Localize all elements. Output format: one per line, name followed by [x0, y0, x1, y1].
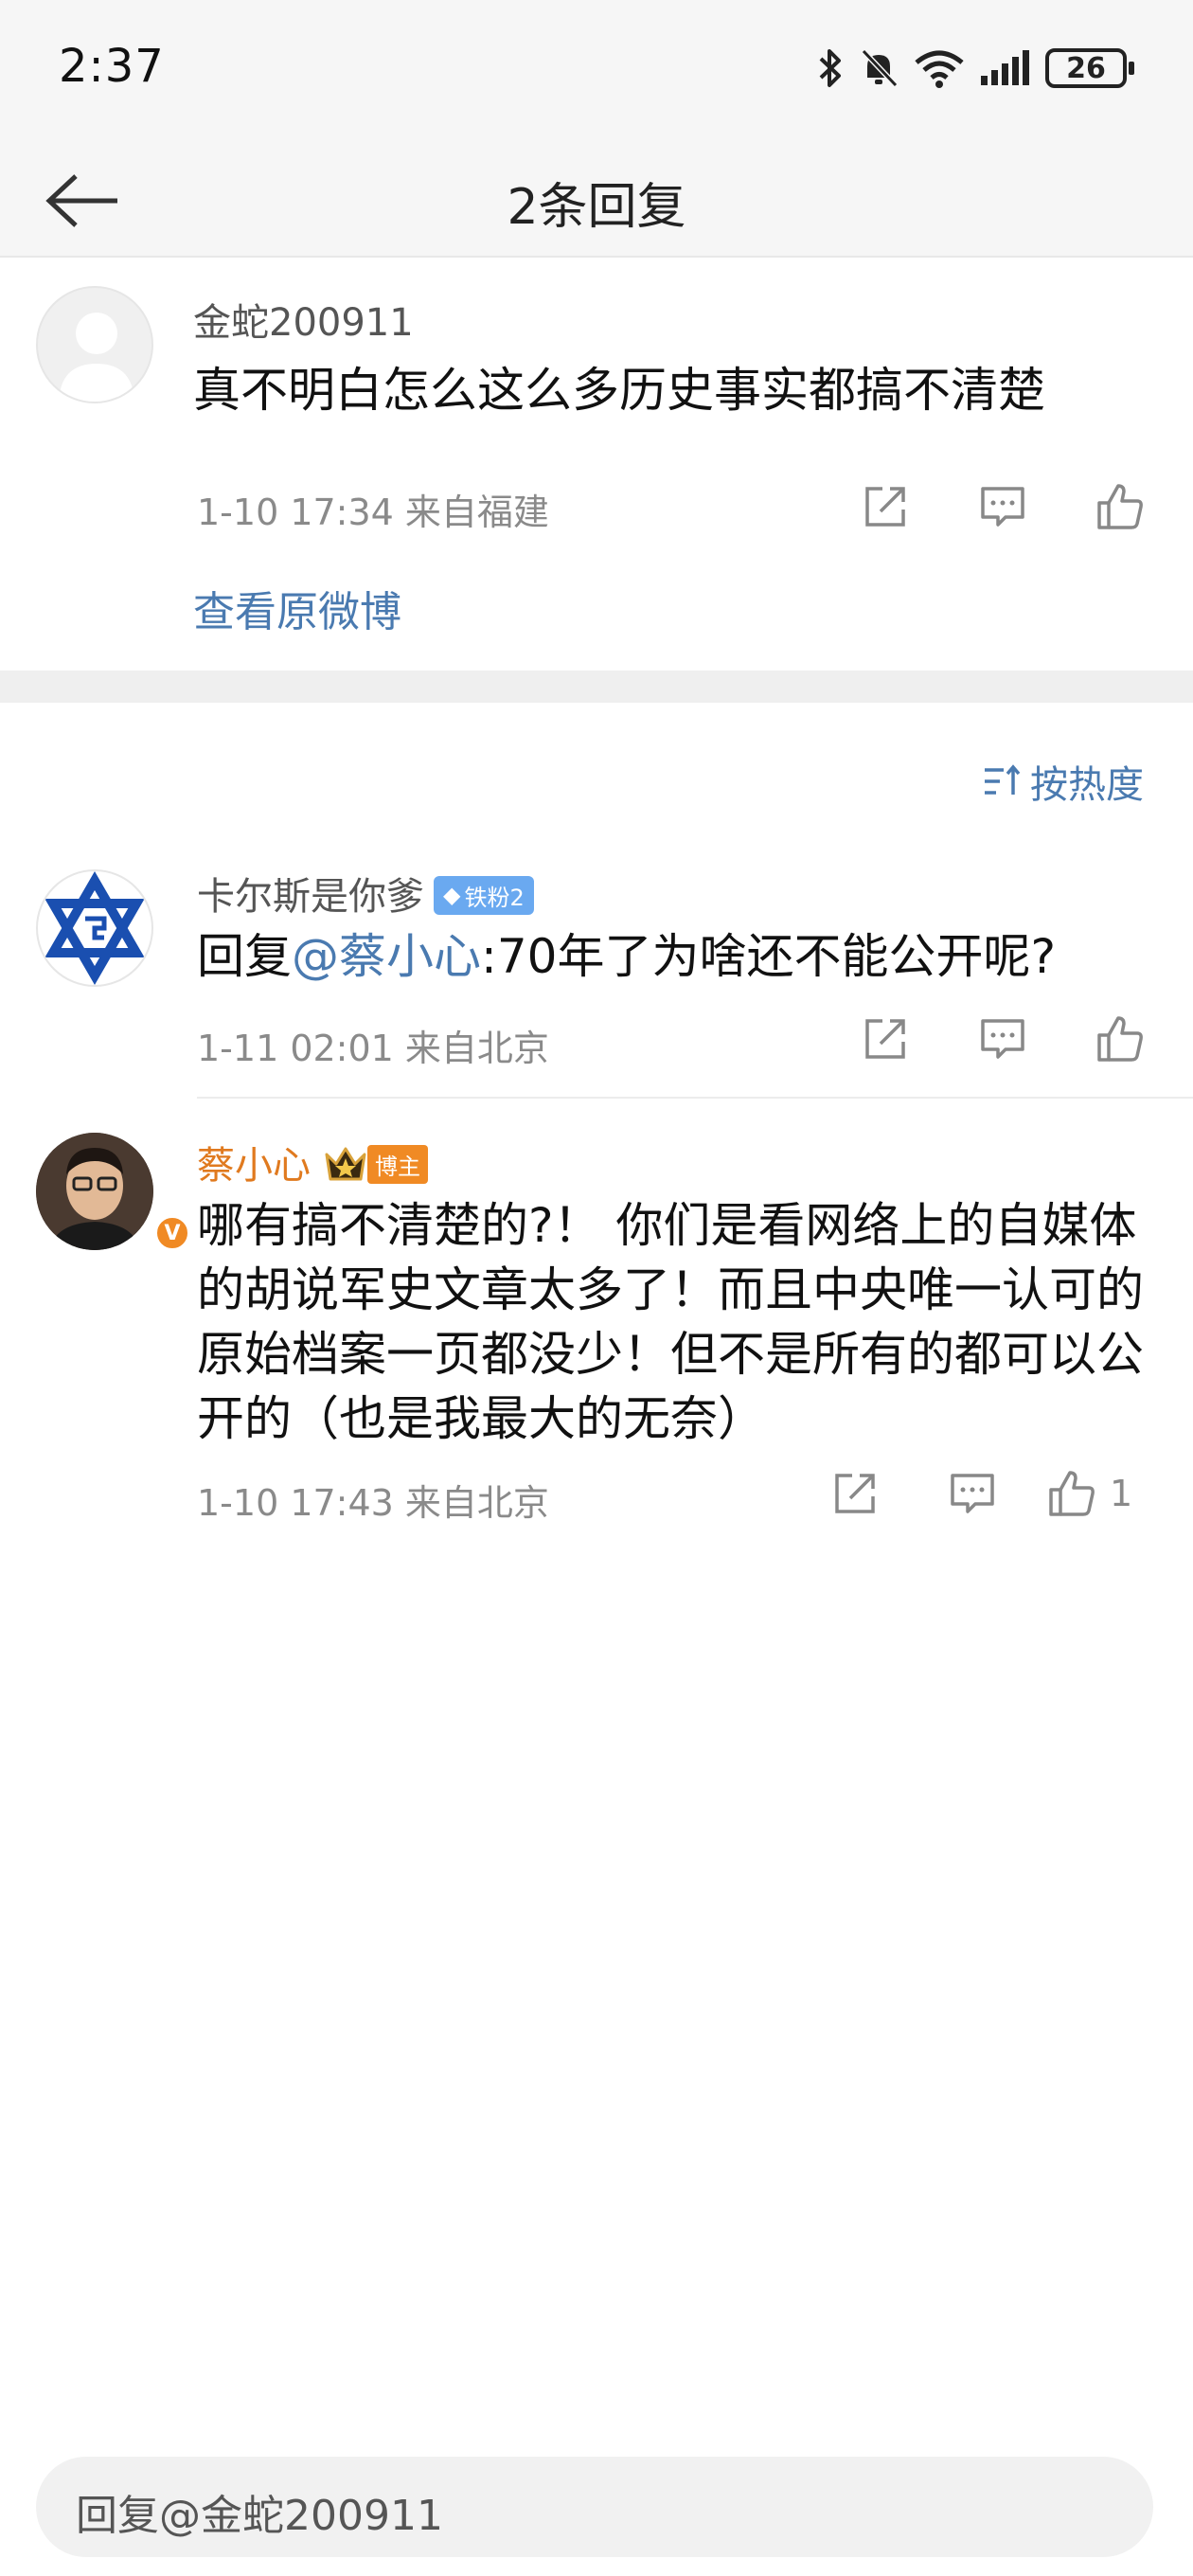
reply-body: :70年了为啥还不能公开呢?	[481, 929, 1057, 984]
status-icons: 26	[816, 42, 1134, 95]
crown-icon	[325, 1147, 366, 1181]
verified-badge: V	[153, 1214, 191, 1252]
reply-item: 卡尔斯是你爹 ◆ 铁粉2 回复@蔡小心:70年了为啥还不能公开呢? 1-11 02:…	[0, 852, 1193, 1095]
sort-icon	[985, 764, 1021, 795]
reply-username-row: 卡尔斯是你爹 ◆ 铁粉2	[197, 866, 534, 921]
status-bar: 2:37 26	[0, 0, 1193, 142]
like-button[interactable]: 1	[1047, 1451, 1165, 1536]
avatar[interactable]	[36, 286, 153, 403]
sort-button[interactable]: 按热度	[983, 754, 1144, 809]
username[interactable]: 蔡小心	[197, 1144, 311, 1188]
comment-button[interactable]	[960, 996, 1045, 1082]
like-button[interactable]	[1077, 464, 1163, 549]
comment-icon	[981, 1019, 1024, 1059]
badge-label: 铁粉2	[464, 884, 525, 911]
avatar[interactable]: V	[36, 1133, 191, 1252]
page-title: 2条回复	[507, 179, 686, 236]
comment-meta: 1-10 17:34 来自福建	[197, 492, 549, 533]
reply-input-placeholder: 回复@金蛇200911	[76, 2492, 443, 2540]
wifi-icon	[915, 50, 964, 88]
sort-label: 按热度	[1030, 763, 1144, 807]
signal-icon	[981, 50, 1029, 85]
bluetooth-icon	[819, 49, 841, 87]
like-count: 1	[1110, 1473, 1133, 1514]
share-icon	[865, 1019, 905, 1059]
status-time: 2:37	[59, 40, 165, 93]
comment-text: 真不明白怎么这么多历史事实都搞不清楚	[193, 363, 1045, 418]
reply-meta: 1-11 02:01 来自北京	[197, 1028, 549, 1069]
username[interactable]: 卡尔斯是你爹	[197, 875, 424, 919]
mention-link[interactable]: @蔡小心	[292, 929, 481, 984]
share-button[interactable]	[843, 464, 928, 549]
host-badge: 博主	[367, 1144, 428, 1184]
reply-prefix: 回复	[197, 929, 292, 984]
share-button[interactable]	[812, 1451, 898, 1536]
reply-meta: 1-10 17:43 来自北京	[197, 1482, 549, 1524]
comment-icon	[981, 487, 1024, 527]
original-comment: 金蛇200911 真不明白怎么这么多历史事实都搞不清楚 1-10 17:34 来…	[0, 258, 1193, 671]
reply-item: V 蔡小心 博主 哪有搞不清楚的?！ 你们是看网络上的自媒体的胡说军史文章太多了！…	[0, 1123, 1193, 1540]
reply-text: 哪有搞不清楚的?！ 你们是看网络上的自媒体的胡说军史文章太多了！而且中央唯一认可…	[197, 1198, 1144, 1446]
battery-indicator: 26	[1045, 48, 1134, 88]
section-divider	[0, 671, 1193, 703]
reply-username-row: 蔡小心 博主	[197, 1135, 428, 1190]
thumbs-up-icon	[1097, 1016, 1143, 1062]
thumbs-up-icon	[1049, 1471, 1095, 1516]
share-icon	[835, 1474, 875, 1513]
username[interactable]: 金蛇200911	[193, 292, 414, 347]
fan-badge: ◆ 铁粉2	[434, 875, 534, 915]
reply-input[interactable]: 回复@金蛇200911	[36, 2457, 1153, 2557]
nav-bar: 2条回复	[0, 142, 1193, 258]
default-avatar-icon	[59, 313, 134, 402]
thumbs-up-icon	[1097, 484, 1143, 529]
view-original-link[interactable]: 查看原微博	[193, 578, 401, 638]
comment-button[interactable]	[930, 1451, 1015, 1536]
reply-text: 回复@蔡小心:70年了为啥还不能公开呢?	[197, 924, 1153, 989]
reply-divider	[197, 1097, 1193, 1099]
star-logo-icon	[45, 871, 145, 985]
avatar[interactable]	[36, 869, 153, 987]
share-icon	[865, 487, 905, 527]
comment-icon	[951, 1474, 994, 1513]
share-button[interactable]	[843, 996, 928, 1082]
diamond-icon: ◆	[443, 882, 461, 908]
comment-button[interactable]	[960, 464, 1045, 549]
like-button[interactable]	[1077, 996, 1163, 1082]
person-photo-icon	[36, 1133, 153, 1250]
mute-bell-icon	[861, 48, 899, 88]
